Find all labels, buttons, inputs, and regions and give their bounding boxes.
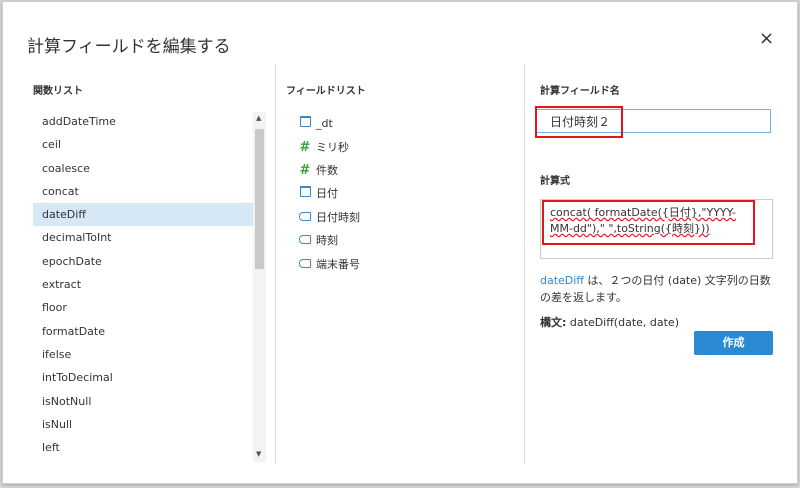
function-item[interactable]: isNull	[33, 413, 253, 436]
scrollbar-thumb[interactable]	[255, 129, 264, 269]
function-list-scrollbar[interactable]: ▲ ▼	[253, 112, 266, 462]
field-item-label: 日付時刻	[316, 210, 360, 224]
calendar-icon	[298, 182, 312, 205]
function-item[interactable]: addDateTime	[33, 110, 253, 133]
function-item[interactable]: epochDate	[33, 250, 253, 273]
function-item[interactable]: left	[33, 436, 253, 459]
field-item-label: 件数	[316, 163, 338, 177]
function-item[interactable]: floor	[33, 296, 253, 319]
field-item-label: 端末番号	[316, 257, 360, 271]
field-item[interactable]: _dt	[298, 112, 360, 135]
field-item-label: ミリ秒	[316, 140, 349, 154]
formula-text[interactable]: concat( formatDate({日付},"YYYY-MM-dd")," …	[550, 205, 750, 237]
field-item[interactable]: 端末番号	[298, 252, 360, 275]
field-name-input[interactable]: 日付時刻２	[535, 109, 771, 133]
function-item[interactable]: intToDecimal	[33, 366, 253, 389]
create-button[interactable]: 作成	[694, 331, 773, 355]
field-item-label: 日付	[316, 187, 338, 201]
function-item[interactable]: formatDate	[33, 320, 253, 343]
field-item[interactable]: 時刻	[298, 229, 360, 252]
field-list-header: フィールドリスト	[286, 86, 366, 97]
divider	[275, 64, 276, 464]
function-item[interactable]: ifelse	[33, 343, 253, 366]
field-item[interactable]: 日付	[298, 182, 360, 205]
function-item[interactable]: ceil	[33, 133, 253, 156]
function-item[interactable]: decimalToInt	[33, 226, 253, 249]
field-item[interactable]: 日付時刻	[298, 206, 360, 229]
scroll-up-icon[interactable]: ▲	[256, 114, 261, 122]
syntax-label: 構文:	[540, 316, 567, 329]
calendar-icon	[298, 112, 312, 135]
dialog-title: 計算フィールドを編集する	[27, 37, 231, 57]
function-list: addDateTime ceil coalesce concat dateDiff dec…	[33, 110, 253, 462]
scroll-down-icon[interactable]: ▼	[256, 450, 261, 458]
close-icon[interactable]: ×	[759, 28, 774, 49]
syntax-value: dateDiff(date, date)	[566, 316, 679, 329]
function-item[interactable]: dateDiff	[33, 203, 253, 227]
field-item-label: _dt	[316, 117, 333, 131]
hash-icon: #	[299, 162, 311, 178]
tag-icon	[298, 253, 312, 276]
hash-icon: #	[299, 139, 311, 155]
function-description: dateDiff は、２つの日付 (date) 文字列の日数の差を返します。	[540, 272, 780, 306]
field-item[interactable]: # 件数	[298, 159, 360, 182]
function-item[interactable]: extract	[33, 273, 253, 296]
function-list-header: 関数リスト	[33, 86, 83, 97]
field-list: _dt # ミリ秒 # 件数日付日付時刻時刻端末番号	[298, 112, 360, 276]
function-name-link[interactable]: dateDiff	[540, 274, 584, 287]
field-name-label: 計算フィールド名	[540, 86, 620, 97]
field-item-label: 時刻	[316, 234, 338, 248]
divider	[524, 64, 525, 464]
field-item[interactable]: # ミリ秒	[298, 135, 360, 158]
function-syntax: 構文: dateDiff(date, date)	[540, 314, 679, 330]
function-item[interactable]: concat	[33, 180, 253, 203]
function-item[interactable]: isNotNull	[33, 390, 253, 413]
tag-icon	[298, 206, 312, 229]
tag-icon	[298, 229, 312, 252]
formula-label: 計算式	[540, 176, 570, 187]
function-item[interactable]: coalesce	[33, 157, 253, 180]
